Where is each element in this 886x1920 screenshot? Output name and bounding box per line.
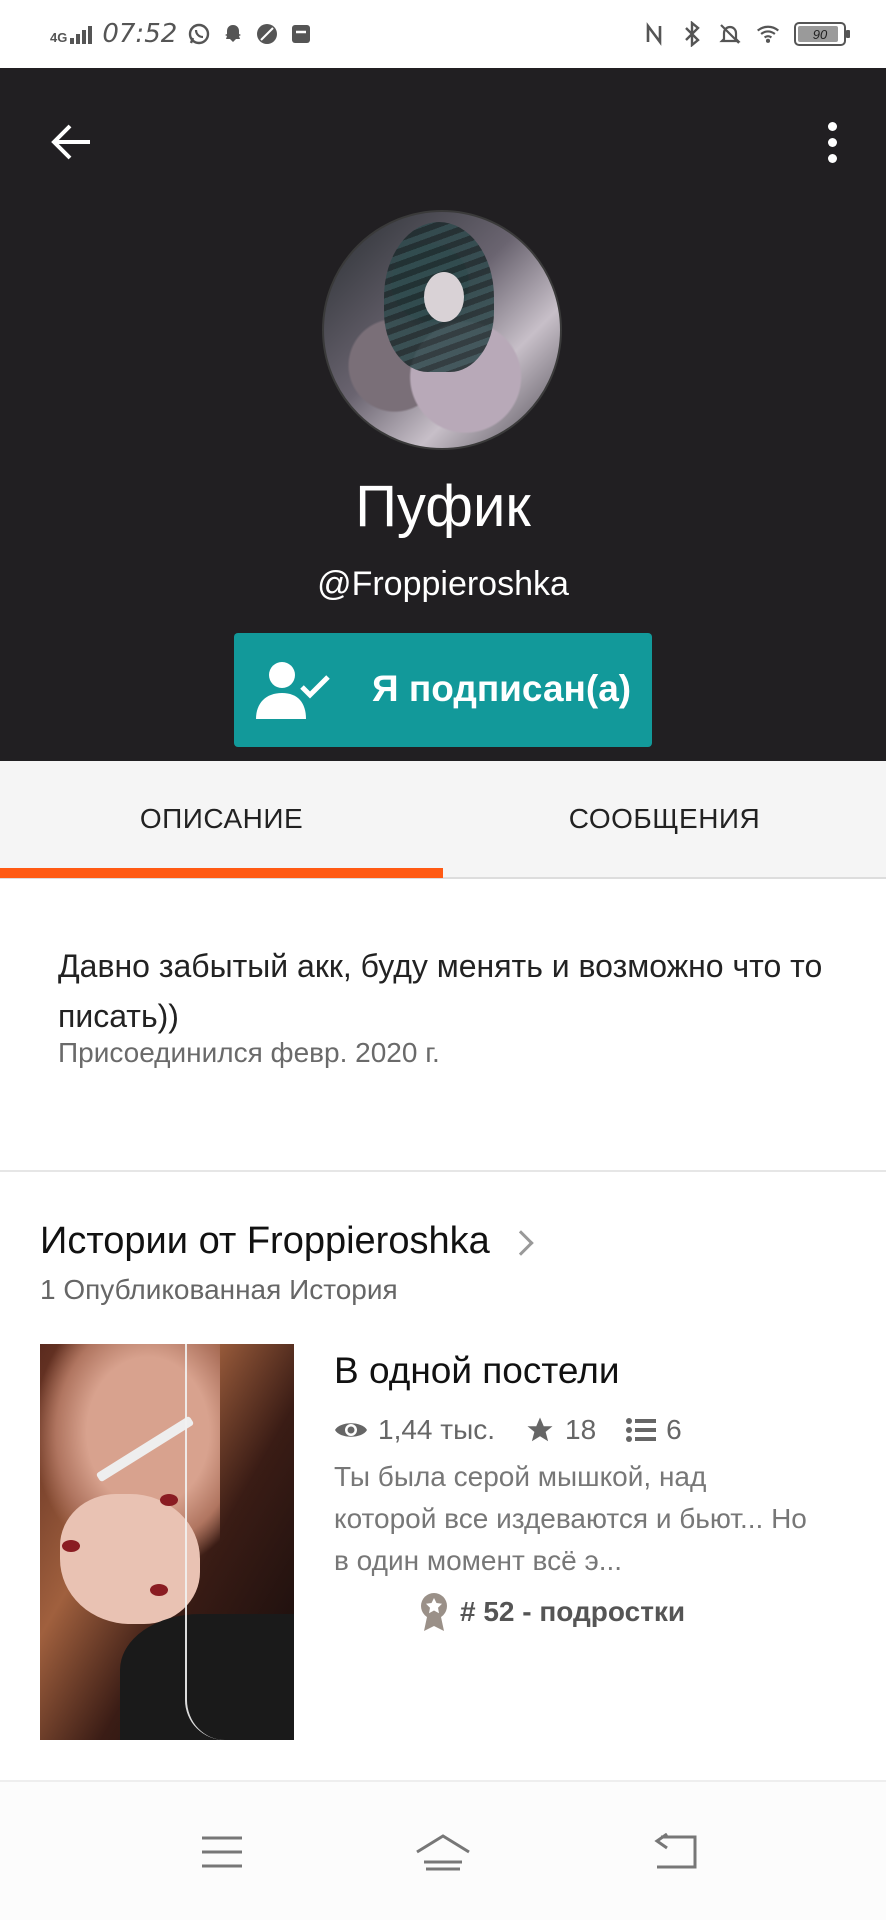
nav-back-button[interactable] — [645, 1822, 705, 1882]
back-button[interactable] — [40, 112, 100, 172]
battery-icon: 90 — [794, 22, 850, 46]
story-cover[interactable] — [40, 1344, 294, 1740]
profile-username: @Froppieroshka — [317, 565, 569, 603]
votes-stat: 18 — [525, 1414, 596, 1446]
nav-home-button[interactable] — [413, 1822, 473, 1882]
mute-bell-icon — [718, 22, 742, 46]
status-left: 4G 07:52 — [50, 18, 313, 50]
about-text: Давно забытый акк, буду менять и возможн… — [58, 948, 823, 1034]
story-rank-badge[interactable]: # 52 - подростки — [418, 1590, 685, 1634]
profile-tabs: ОПИСАНИЕ СООБЩЕНИЯ — [0, 761, 886, 879]
stories-title: Истории от Froppieroshka — [40, 1220, 490, 1262]
arrow-left-icon — [51, 124, 90, 160]
nav-menu-button[interactable] — [192, 1822, 252, 1882]
status-right: 90 — [642, 18, 850, 50]
stories-count: 1 Опубликованная История — [40, 1274, 398, 1305]
stories-header-link[interactable]: Истории от Froppieroshka — [40, 1216, 534, 1266]
user-check-icon — [256, 662, 330, 719]
reads-count: 1,44 тыс. — [378, 1414, 496, 1445]
star-icon — [527, 1417, 553, 1442]
battery-percent: 90 — [812, 26, 828, 42]
tab-messages[interactable]: СООБЩЕНИЯ — [443, 761, 886, 877]
reads-stat: 1,44 тыс. — [334, 1414, 495, 1446]
list-icon — [626, 1418, 657, 1442]
signal-indicator: 4G — [50, 24, 93, 45]
bluetooth-icon — [680, 21, 704, 47]
story-description: Ты была серой мышкой, над которой все из… — [334, 1461, 807, 1576]
clock: 07:52 — [102, 19, 178, 49]
active-tab-indicator — [0, 868, 443, 878]
more-options-button[interactable] — [802, 112, 862, 172]
profile-header: Пуфик @Froppieroshka Я подписан(а) — [0, 68, 886, 761]
votes-count: 18 — [565, 1414, 597, 1445]
eye-icon — [335, 1423, 367, 1437]
inbox-app-icon — [289, 22, 313, 46]
wifi-icon — [756, 22, 780, 46]
snapchat-icon — [221, 22, 245, 46]
following-button[interactable]: Я подписан(а) — [234, 633, 652, 747]
joined-date: Присоединился февр. 2020 г. — [58, 1037, 440, 1068]
home-icon — [416, 1834, 470, 1871]
rank-label: # 52 - подростки — [460, 1596, 686, 1627]
network-type: 4G — [50, 30, 68, 45]
story-stats: 1,44 тыс. 18 6 — [334, 1410, 712, 1450]
status-bar: 4G 07:52 90 — [0, 0, 886, 68]
more-vertical-icon — [827, 121, 837, 131]
parts-count: 6 — [666, 1414, 682, 1445]
nfc-icon — [642, 22, 666, 46]
whatsapp-icon — [187, 22, 211, 46]
parts-stat: 6 — [626, 1414, 682, 1446]
about-section: Давно забытый акк, буду менять и возможн… — [0, 879, 886, 1172]
avatar[interactable] — [322, 210, 562, 450]
profile-display-name: Пуфик — [355, 474, 531, 539]
award-ribbon-icon — [421, 1593, 447, 1631]
back-icon — [654, 1833, 697, 1869]
story-title[interactable]: В одной постели — [334, 1346, 620, 1396]
following-button-label: Я подписан(а) — [372, 668, 632, 709]
leaf-app-icon — [255, 22, 279, 46]
menu-icon — [202, 1836, 242, 1868]
chevron-right-icon — [508, 1230, 534, 1256]
signal-bars-icon — [70, 24, 93, 44]
system-nav-bar — [0, 1782, 886, 1920]
tab-description[interactable]: ОПИСАНИЕ — [0, 761, 443, 877]
stories-section: Истории от Froppieroshka 1 Опубликованна… — [0, 1172, 886, 1782]
